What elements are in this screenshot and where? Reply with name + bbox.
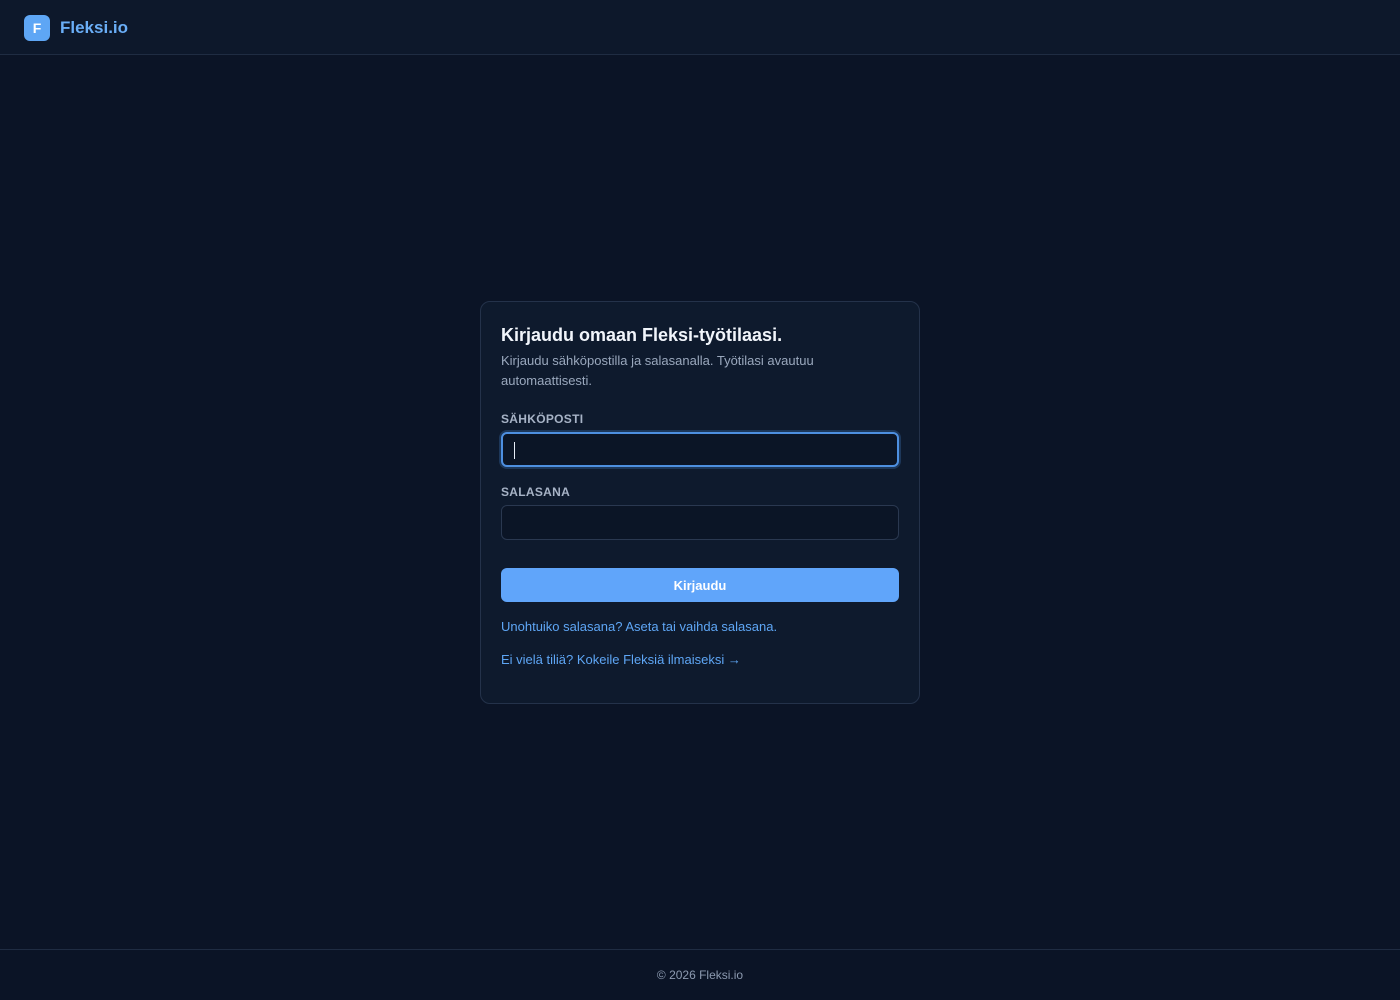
brand-name[interactable]: Fleksi.io [60,17,128,39]
copyright-text: © 2026 Fleksi.io [656,968,744,982]
top-navigation-bar: F Fleksi.io [0,0,1400,55]
password-field[interactable] [501,505,899,540]
login-card: Kirjaudu omaan Fleksi-työtilaasi. Kirjau… [480,301,920,704]
login-button[interactable]: Kirjaudu [501,568,899,602]
password-label: SALASANA [501,485,571,499]
footer: © 2026 Fleksi.io [0,949,1400,1000]
forgot-password-link[interactable]: Unohtuiko salasana? Aseta tai vaihda sal… [501,618,777,636]
email-field[interactable] [501,432,899,467]
signup-link[interactable]: Ei vielä tiliä? Kokeile Fleksiä ilmaisek… [501,651,741,669]
login-title: Kirjaudu omaan Fleksi-työtilaasi. [501,325,783,345]
text-cursor [514,442,515,459]
email-label: SÄHKÖPOSTI [501,412,584,426]
login-subtitle: Kirjaudu sähköpostilla ja salasanalla. T… [501,353,814,388]
logo-icon[interactable]: F [24,15,50,41]
